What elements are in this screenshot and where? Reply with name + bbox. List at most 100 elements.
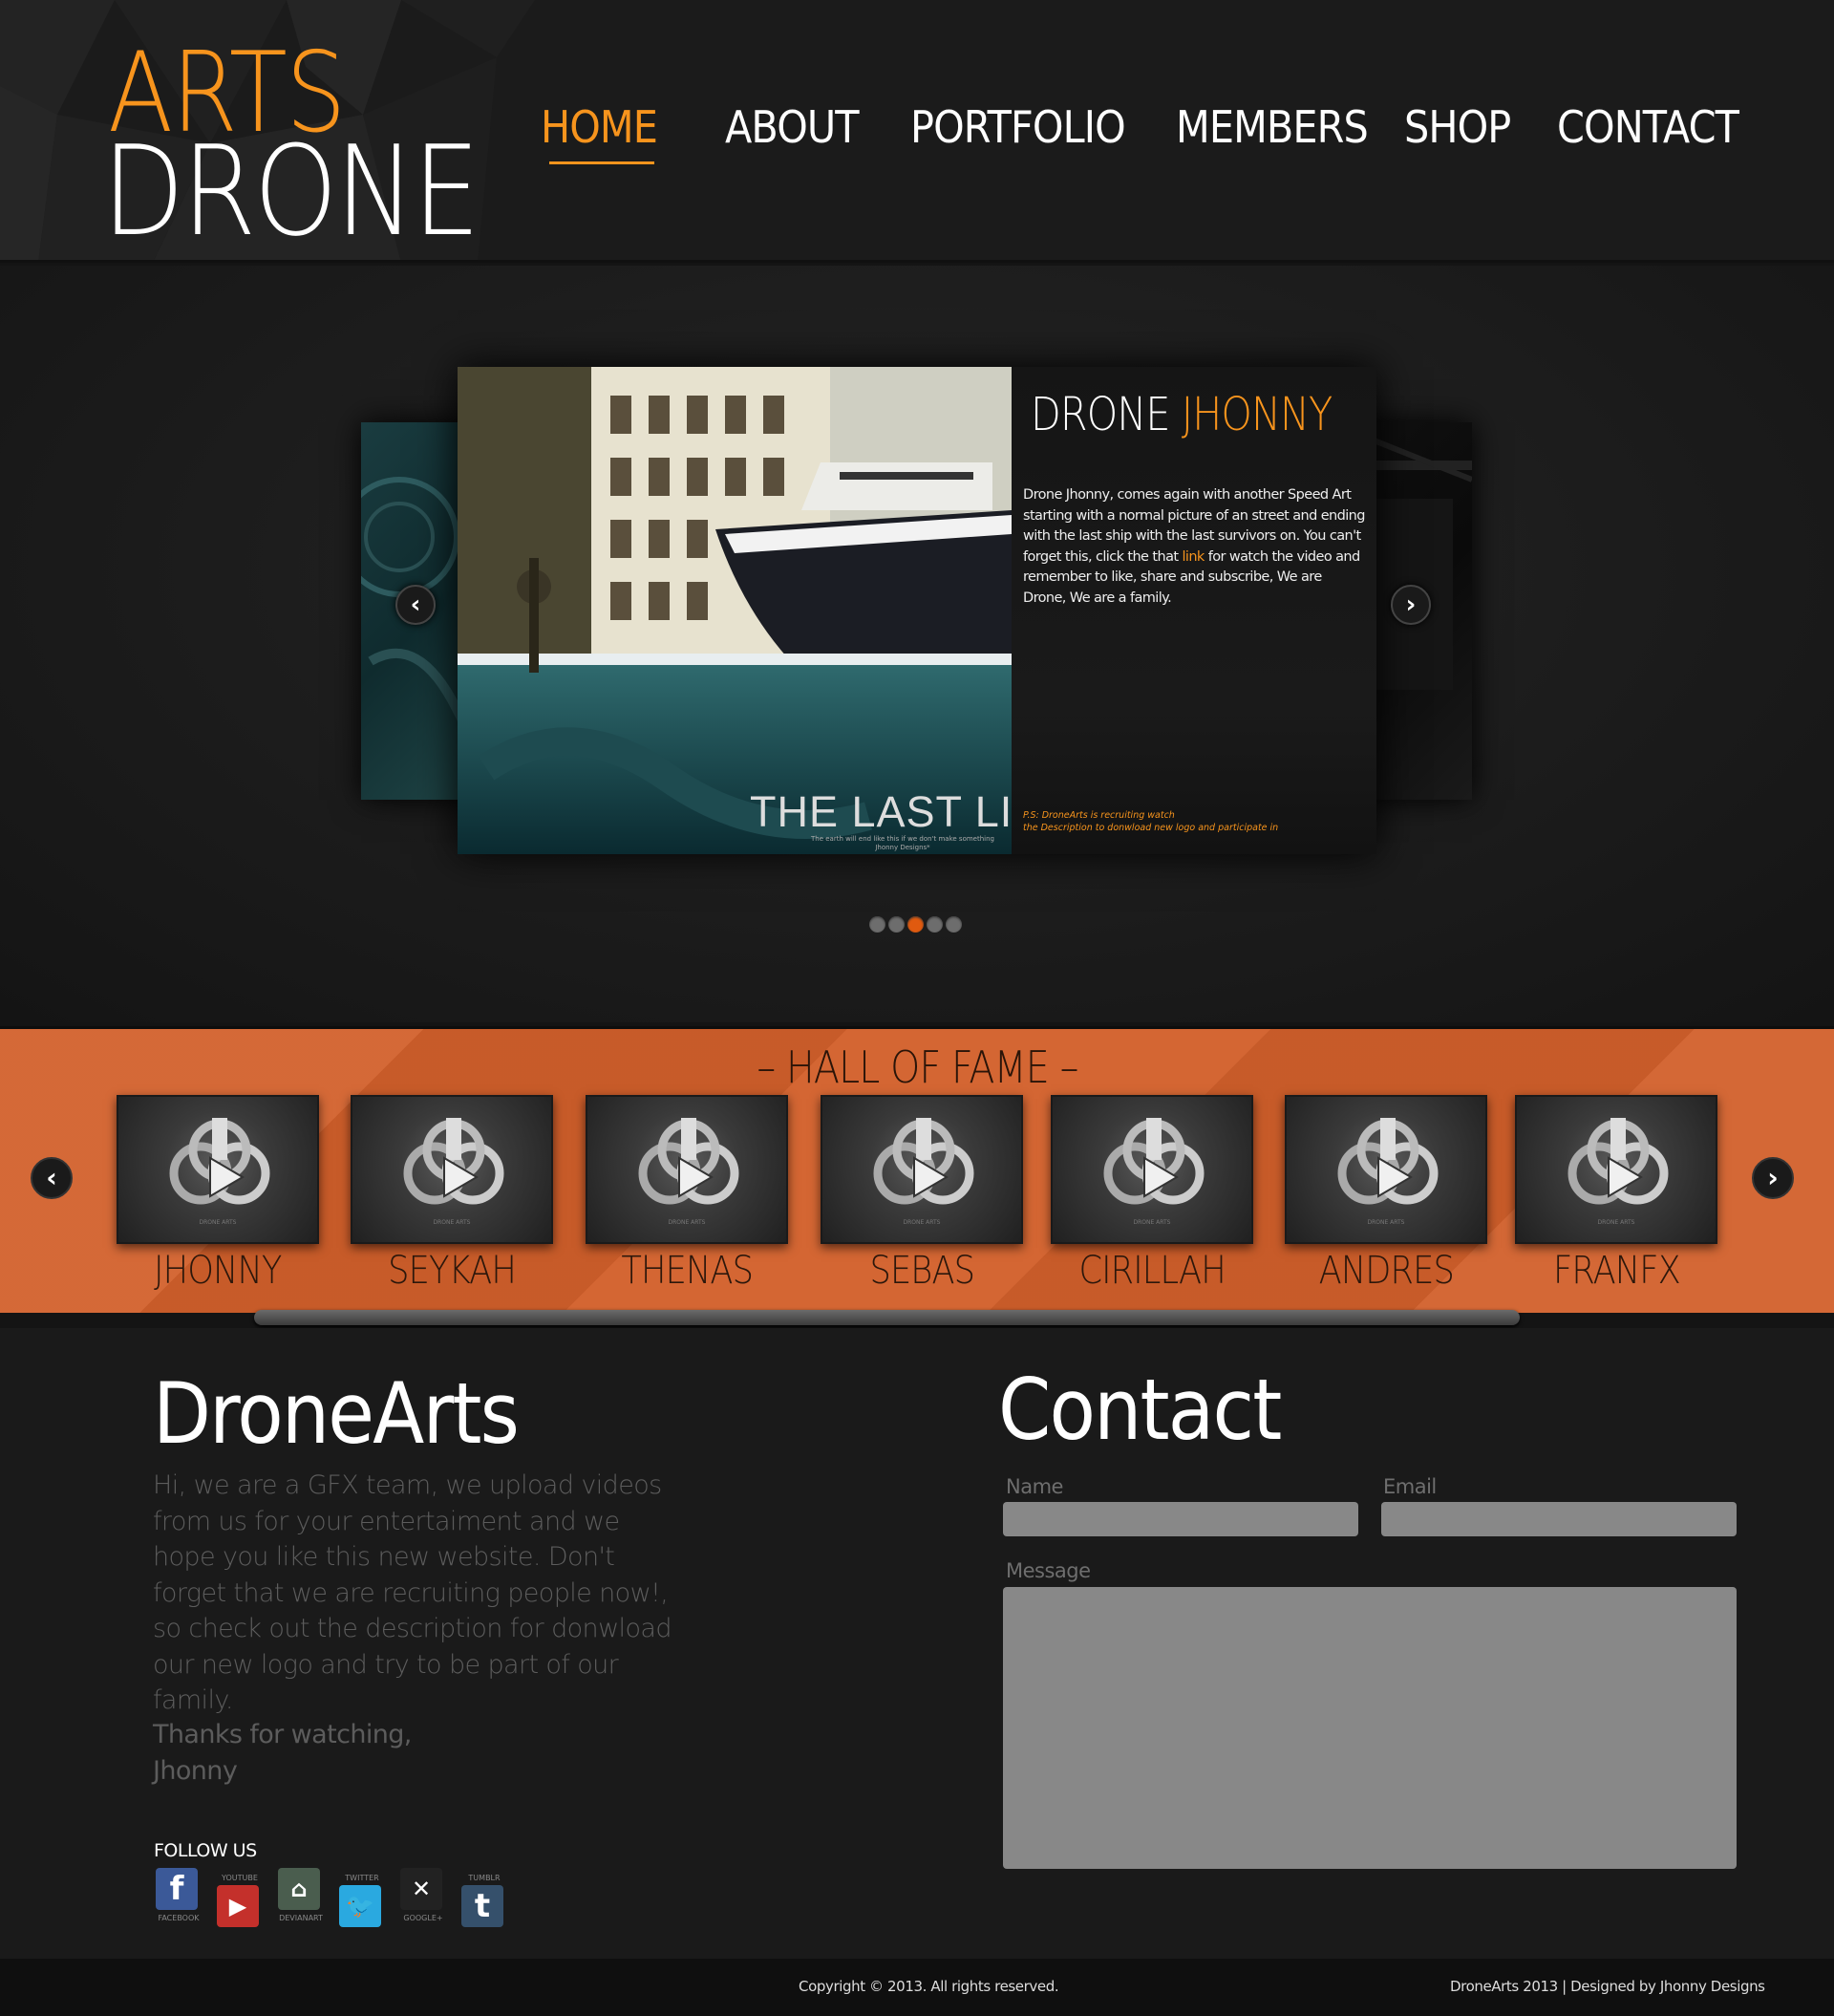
social-label: DEVIANART (279, 1914, 323, 1922)
thumbnail-caption: DRONE ARTS (433, 1219, 471, 1226)
signature-line1: Thanks for watching, (153, 1720, 412, 1749)
nav-members[interactable]: MEMBERS (1176, 100, 1369, 154)
slider-dots (869, 916, 965, 935)
slide-title: DRONE JHONNY (1031, 386, 1333, 443)
social-link-facebook[interactable]: f FACEBOOK (156, 1868, 202, 1935)
social-link-youtube[interactable]: ▶ YOUTUBE (217, 1868, 263, 1935)
hall-of-fame-title: – HALL OF FAME – (0, 1040, 1834, 1094)
contact-title: Contact (998, 1361, 1282, 1459)
slider-dot[interactable] (888, 916, 905, 933)
social-link-google-plus[interactable]: ✕ GOOGLE+ (400, 1868, 446, 1935)
name-label: Name (1006, 1475, 1063, 1498)
member-name[interactable]: FRANFX (1477, 1248, 1756, 1294)
about-signature: Thanks for watching, Jhonny (153, 1717, 688, 1789)
slide-body: Drone Jhonny, comes again with another S… (1023, 485, 1367, 609)
slider-next-button[interactable]: › (1391, 585, 1431, 625)
slider-prev-button[interactable]: ‹ (395, 585, 436, 625)
drone-arts-logo-play-icon (1103, 1118, 1205, 1205)
drone-arts-logo-play-icon (638, 1118, 739, 1205)
hall-of-fame-title-text: – HALL OF FAME – (756, 1041, 1078, 1093)
slide-ps-line1: P.S: DroneArts is recruiting watch (1023, 810, 1175, 821)
about-text: Hi, we are a GFX team, we upload videos … (153, 1470, 672, 1715)
member-thumbnail[interactable]: DRONE ARTS (117, 1095, 319, 1244)
slide-subcaption-line1: The earth will end like this if we don't… (811, 835, 994, 843)
copyright-text: Copyright © 2013. All rights reserved. (799, 1978, 1059, 1995)
hall-of-fame-member[interactable]: DRONE ARTS FRANFX (1515, 1095, 1717, 1293)
nav-shop[interactable]: SHOP (1404, 100, 1511, 154)
slide-artwork (458, 367, 1012, 854)
signature-line2: Jhonny (153, 1755, 238, 1786)
slide-title-white: DRONE (1031, 388, 1170, 441)
hall-of-fame-member[interactable]: DRONE ARTS ANDRES (1285, 1095, 1487, 1293)
slide-ps-note: P.S: DroneArts is recruiting watch the D… (1023, 809, 1367, 834)
featured-slider: THE LAST LI The earth will end like this… (458, 367, 1376, 854)
name-field[interactable] (1003, 1502, 1358, 1536)
thumbnail-caption: DRONE ARTS (668, 1219, 706, 1226)
hof-next-button[interactable]: › (1752, 1157, 1794, 1199)
member-thumbnail[interactable]: DRONE ARTS (1051, 1095, 1253, 1244)
nav-contact[interactable]: CONTACT (1557, 100, 1739, 154)
follow-us-title: FOLLOW US (154, 1840, 257, 1861)
social-label: TWITTER (345, 1874, 379, 1882)
slider-dot[interactable] (946, 916, 962, 933)
hall-of-fame-member[interactable]: DRONE ARTS SEYKAH (351, 1095, 553, 1293)
member-thumbnail[interactable]: DRONE ARTS (586, 1095, 788, 1244)
member-thumbnail[interactable]: DRONE ARTS (821, 1095, 1023, 1244)
thumbnail-caption: DRONE ARTS (199, 1219, 237, 1226)
nav-about[interactable]: ABOUT (725, 100, 860, 154)
social-label: GOOGLE+ (403, 1914, 443, 1922)
member-name-text: THENAS (621, 1249, 754, 1293)
social-label: YOUTUBE (222, 1874, 258, 1882)
thumbnail-caption: DRONE ARTS (903, 1219, 941, 1226)
twitter-icon[interactable]: 🐦 (339, 1885, 381, 1927)
slide-image-subcaption: The earth will end like this if we don't… (811, 835, 994, 852)
slider-dot-active[interactable] (907, 916, 924, 933)
social-link-devianart[interactable]: ⌂ DEVIANART (278, 1868, 324, 1935)
social-link-twitter[interactable]: 🐦 TWITTER (339, 1868, 385, 1935)
drone-arts-logo-play-icon (1337, 1118, 1439, 1205)
header: ARTS DRONE HOME ABOUT PORTFOLIO MEMBERS … (0, 0, 1834, 263)
message-field[interactable] (1003, 1587, 1737, 1869)
member-thumbnail[interactable]: DRONE ARTS (1285, 1095, 1487, 1244)
slide-body-link[interactable]: link (1182, 549, 1205, 565)
main-nav: HOME ABOUT PORTFOLIO MEMBERS SHOP CONTAC… (0, 100, 1834, 167)
email-field[interactable] (1381, 1502, 1737, 1536)
hall-of-fame-member[interactable]: DRONE ARTS JHONNY (117, 1095, 319, 1293)
member-name-text: FRANFX (1552, 1249, 1681, 1293)
thumbnail-caption: DRONE ARTS (1133, 1219, 1171, 1226)
member-name-text: CIRILLAH (1078, 1249, 1226, 1293)
slider-dot[interactable] (869, 916, 885, 933)
social-label: TUMBLR (468, 1874, 501, 1882)
deviantart-icon[interactable]: ⌂ (278, 1868, 320, 1910)
slide-image-caption: THE LAST LI (750, 787, 1012, 836)
hall-of-fame-scrollbar[interactable] (254, 1310, 1520, 1325)
slider-dot[interactable] (927, 916, 943, 933)
youtube-icon[interactable]: ▶ (217, 1885, 259, 1927)
slide-image[interactable]: THE LAST LI The earth will end like this… (458, 367, 1012, 854)
nav-home[interactable]: HOME (541, 100, 658, 154)
member-thumbnail[interactable]: DRONE ARTS (1515, 1095, 1717, 1244)
drone-arts-logo-play-icon (169, 1118, 270, 1205)
slide-title-orange: JHONNY (1181, 388, 1333, 441)
hall-of-fame-member[interactable]: DRONE ARTS SEBAS (821, 1095, 1023, 1293)
thumbnail-caption: DRONE ARTS (1367, 1219, 1405, 1226)
tumblr-icon[interactable]: t (461, 1885, 503, 1927)
facebook-icon[interactable]: f (156, 1868, 198, 1910)
nav-portfolio[interactable]: PORTFOLIO (910, 100, 1126, 154)
chevron-left-icon: ‹ (46, 1162, 57, 1193)
hof-prev-button[interactable]: ‹ (31, 1157, 73, 1199)
drone-arts-logo-play-icon (403, 1118, 504, 1205)
credits-text: DroneArts 2013 | Designed by Jhonny Desi… (1450, 1978, 1765, 1995)
member-name-text: JHONNY (154, 1249, 282, 1293)
about-title: DroneArts (153, 1364, 520, 1463)
slide-ps-line2: the Description to donwload new logo and… (1023, 823, 1279, 833)
member-thumbnail[interactable]: DRONE ARTS (351, 1095, 553, 1244)
hall-of-fame-member[interactable]: DRONE ARTS CIRILLAH (1051, 1095, 1253, 1293)
hall-of-fame-member[interactable]: DRONE ARTS THENAS (586, 1095, 788, 1293)
chevron-right-icon: › (1405, 590, 1417, 619)
email-label: Email (1383, 1475, 1437, 1498)
social-link-tumblr[interactable]: t TUMBLR (461, 1868, 507, 1935)
chevron-right-icon: › (1767, 1162, 1779, 1193)
google-plus-icon[interactable]: ✕ (400, 1868, 442, 1910)
drone-arts-logo-play-icon (873, 1118, 974, 1205)
